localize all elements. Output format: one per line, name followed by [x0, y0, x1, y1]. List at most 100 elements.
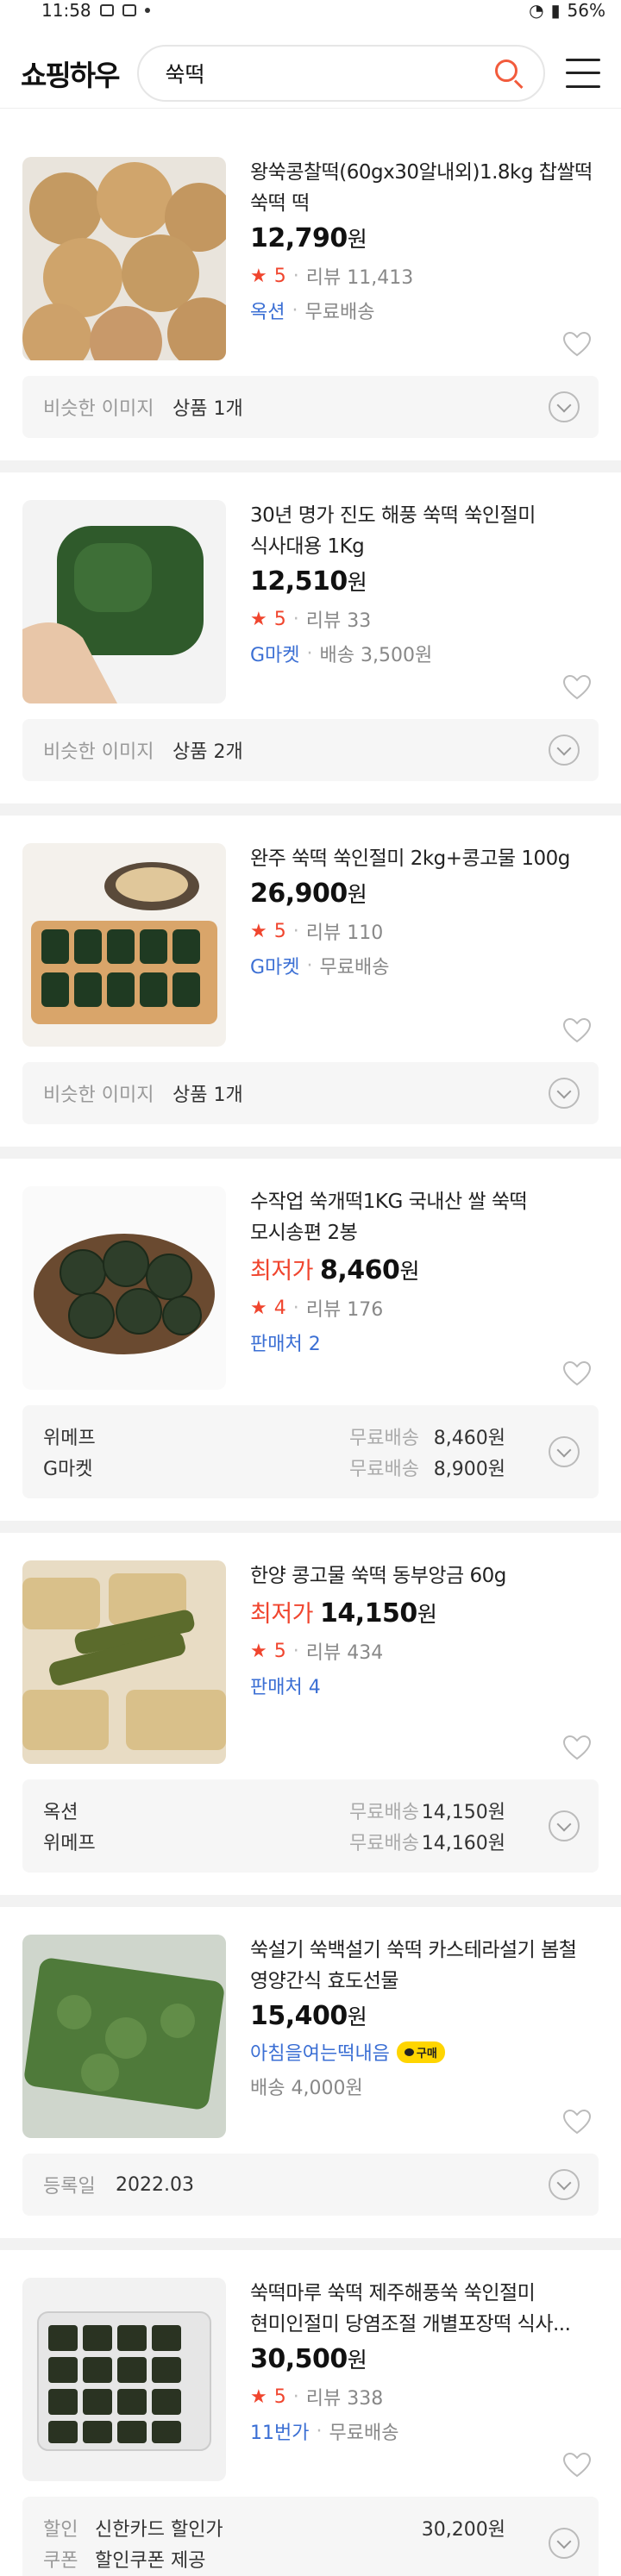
similar-image-box[interactable]: 비슷한 이미지 상품 1개	[22, 376, 599, 438]
product-card[interactable]: 쑥설기 쑥백설기 쑥떡 카스테라설기 봄철 영양간식 효도선물 15,400원 …	[0, 1907, 621, 2250]
product-card[interactable]: 수작업 쑥개떡1KG 국내산 쌀 쑥떡 모시송편 2봉 최저가 8,460원 ★ …	[0, 1159, 621, 1533]
heart-icon[interactable]	[562, 2452, 592, 2478]
sellers-count[interactable]: 판매처 4	[250, 1672, 321, 1699]
store-price: 8,460원	[433, 1428, 505, 1449]
store-row[interactable]: 위메프 무료배송 14,160원	[43, 1826, 578, 1857]
rating-value: 5	[273, 608, 286, 630]
store-shipping: 무료배송	[349, 1428, 419, 1449]
coupon-value: 할인쿠폰 제공	[95, 2550, 206, 2572]
store-shipping: 무료배송	[349, 1459, 419, 1480]
product-card[interactable]: 완주 쑥떡 쑥인절미 2kg+콩고물 100g 26,900원 ★ 5 · 리뷰…	[0, 816, 621, 1159]
expand-chevron-icon[interactable]	[549, 1078, 580, 1109]
buy-badge: 구매	[396, 2041, 445, 2063]
store-compare-box[interactable]: 옥션 무료배송 14,150원 위메프 무료배송 14,160원	[22, 1779, 599, 1873]
product-card[interactable]: 왕쑥콩찰떡(60gx30알내외)1.8kg 찹쌀떡 쑥떡 떡 12,790원 ★…	[0, 129, 621, 472]
store-name: 위메프	[43, 1833, 96, 1854]
search-icon[interactable]	[492, 56, 526, 91]
search-input[interactable]	[165, 60, 492, 85]
product-title[interactable]: 쑥떡마루 쑥떡 제주해풍쑥 쑥인절미 현미인절미 당염조절 개별포장떡 식사..…	[250, 2278, 599, 2340]
app-logo[interactable]: 쇼핑하우	[21, 53, 120, 94]
heart-icon[interactable]	[562, 1360, 592, 1386]
rating-value: 5	[273, 920, 286, 942]
product-price: 12,510원	[250, 566, 367, 597]
seller-name[interactable]: 옥션	[250, 297, 285, 324]
product-image[interactable]	[22, 2278, 226, 2481]
shipping-info: 배송 3,500원	[319, 645, 433, 666]
product-image[interactable]	[22, 1560, 226, 1764]
product-price: 26,900원	[250, 878, 367, 909]
hamburger-menu-icon[interactable]	[566, 58, 600, 88]
seller-name[interactable]: G마켓	[250, 640, 300, 667]
registration-date: 2022.03	[116, 2173, 194, 2196]
gallery-icon	[99, 4, 114, 16]
product-image[interactable]	[22, 500, 226, 703]
heart-icon[interactable]	[562, 2109, 592, 2135]
product-price: 최저가 14,150원	[250, 1598, 437, 1629]
search-bar	[137, 44, 545, 102]
store-name: 위메프	[43, 1428, 96, 1449]
lowest-price-label: 최저가	[250, 1601, 314, 1628]
store-compare-box[interactable]: 위메프 무료배송 8,460원 G마켓 무료배송 8,900원	[22, 1405, 599, 1498]
product-image[interactable]	[22, 1186, 226, 1390]
seller-name[interactable]: 아침을여는떡내음	[250, 2038, 390, 2066]
store-shipping: 무료배송	[349, 1802, 419, 1823]
similar-image-box[interactable]: 비슷한 이미지 상품 2개	[22, 719, 599, 781]
coupon-label: 쿠폰	[43, 2550, 78, 2572]
product-title[interactable]: 30년 명가 진도 해풍 쑥떡 쑥인절미 식사대용 1Kg	[250, 500, 599, 562]
star-icon: ★	[250, 920, 267, 942]
expand-chevron-icon[interactable]	[549, 735, 580, 766]
product-title[interactable]: 완주 쑥떡 쑥인절미 2kg+콩고물 100g	[250, 843, 599, 874]
similar-image-count: 상품 1개	[172, 1085, 243, 1106]
heart-icon[interactable]	[562, 331, 592, 357]
review-count: 리뷰 11,413	[305, 267, 414, 289]
store-row[interactable]: G마켓 무료배송 8,900원	[43, 1452, 578, 1483]
registration-box[interactable]: 등록일 2022.03	[22, 2154, 599, 2216]
product-list: 왕쑥콩찰떡(60gx30알내외)1.8kg 찹쌀떡 쑥떡 떡 12,790원 ★…	[0, 129, 621, 2576]
lowest-price-label: 최저가	[250, 1258, 314, 1285]
product-image[interactable]	[22, 843, 226, 1047]
review-count: 리뷰 176	[305, 1299, 384, 1321]
product-price: 12,790원	[250, 223, 367, 253]
store-price: 14,160원	[421, 1833, 505, 1854]
seller-name[interactable]: G마켓	[250, 952, 300, 979]
heart-icon[interactable]	[562, 1735, 592, 1760]
sellers-count[interactable]: 판매처 2	[250, 1329, 321, 1356]
store-row[interactable]: 위메프 무료배송 8,460원	[43, 1421, 578, 1452]
expand-chevron-icon[interactable]	[549, 2169, 580, 2200]
discount-box[interactable]: 할인 신한카드 할인가 30,200원 쿠폰 할인쿠폰 제공	[22, 2497, 599, 2576]
signal-icon: ▮	[550, 0, 561, 21]
expand-chevron-icon[interactable]	[549, 1436, 580, 1467]
chat-bubble-icon	[404, 2048, 414, 2056]
store-row[interactable]: 옥션 무료배송 14,150원	[43, 1795, 578, 1826]
product-title[interactable]: 한양 콩고물 쑥떡 동부앙금 60g	[250, 1560, 599, 1591]
seller-name[interactable]: 11번가	[250, 2417, 309, 2445]
app-header: 쇼핑하우	[0, 38, 621, 109]
expand-chevron-icon[interactable]	[549, 1810, 580, 1841]
heart-icon[interactable]	[562, 674, 592, 700]
product-price: 30,500원	[250, 2344, 367, 2374]
expand-chevron-icon[interactable]	[549, 2528, 580, 2559]
discount-price: 30,200원	[421, 2519, 505, 2541]
star-icon: ★	[250, 608, 267, 630]
shipping-info: 무료배송	[304, 302, 375, 323]
product-card[interactable]: 30년 명가 진도 해풍 쑥떡 쑥인절미 식사대용 1Kg 12,510원 ★ …	[0, 472, 621, 816]
heart-icon[interactable]	[562, 1017, 592, 1043]
product-title[interactable]: 쑥설기 쑥백설기 쑥떡 카스테라설기 봄철 영양간식 효도선물	[250, 1935, 599, 1997]
battery-level: 56%	[567, 0, 605, 21]
store-price: 8,900원	[433, 1459, 505, 1480]
store-shipping: 무료배송	[349, 1833, 419, 1854]
star-icon: ★	[250, 2385, 267, 2408]
product-card[interactable]: 쑥떡마루 쑥떡 제주해풍쑥 쑥인절미 현미인절미 당염조절 개별포장떡 식사..…	[0, 2250, 621, 2576]
product-price: 최저가 8,460원	[250, 1255, 419, 1285]
store-name: 옥션	[43, 1802, 78, 1823]
star-icon: ★	[250, 1640, 267, 1662]
product-card[interactable]: 한양 콩고물 쑥떡 동부앙금 60g 최저가 14,150원 ★ 5 · 리뷰 4…	[0, 1533, 621, 1907]
product-image[interactable]	[22, 157, 226, 360]
product-image[interactable]	[22, 1935, 226, 2138]
expand-chevron-icon[interactable]	[549, 391, 580, 422]
star-icon: ★	[250, 265, 267, 287]
product-title[interactable]: 수작업 쑥개떡1KG 국내산 쌀 쑥떡 모시송편 2봉	[250, 1186, 599, 1248]
product-title[interactable]: 왕쑥콩찰떡(60gx30알내외)1.8kg 찹쌀떡 쑥떡 떡	[250, 157, 599, 219]
similar-image-box[interactable]: 비슷한 이미지 상품 1개	[22, 1062, 599, 1124]
app-icon	[122, 4, 136, 16]
